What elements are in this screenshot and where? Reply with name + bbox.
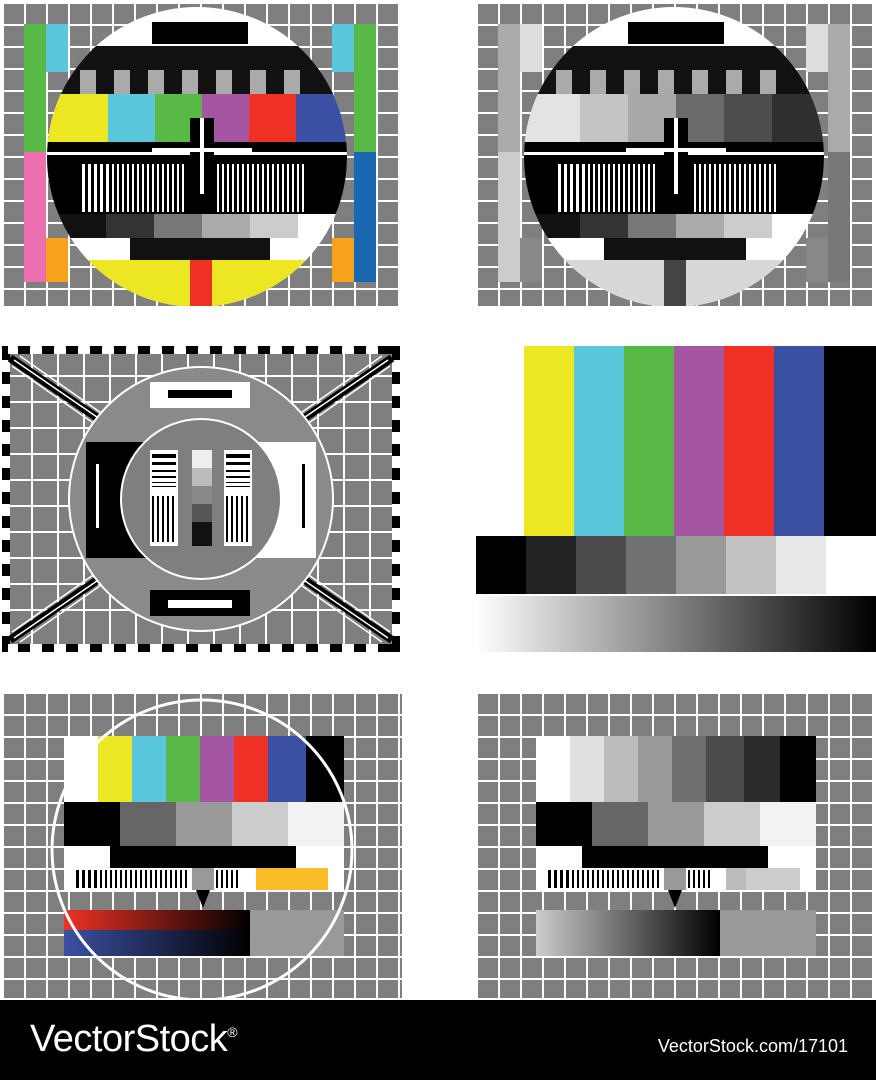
test-card-gray-circle (476, 2, 874, 306)
registered-mark: ® (227, 1024, 238, 1040)
test-card-color-circle (2, 2, 400, 306)
brand-logo: VectorStock® (30, 1018, 238, 1061)
test-card-monochrome (2, 346, 400, 652)
monochrome-pattern (2, 346, 400, 652)
color-grid-pattern (50, 698, 354, 998)
color-bars-pattern (476, 346, 876, 652)
gray-circle-pattern (498, 7, 850, 306)
brand-name: VectorStock (30, 1018, 228, 1060)
brand-url: VectorStock.com/17101 (657, 1036, 848, 1056)
test-card-color-grid (2, 692, 402, 998)
color-circle-pattern (24, 7, 376, 306)
test-card-color-bars (476, 346, 876, 652)
footer-bar: VectorStock® VectorStock.com/17101 (0, 1000, 876, 1080)
gray-grid-pattern (536, 736, 816, 956)
test-card-gray-grid (476, 692, 874, 998)
